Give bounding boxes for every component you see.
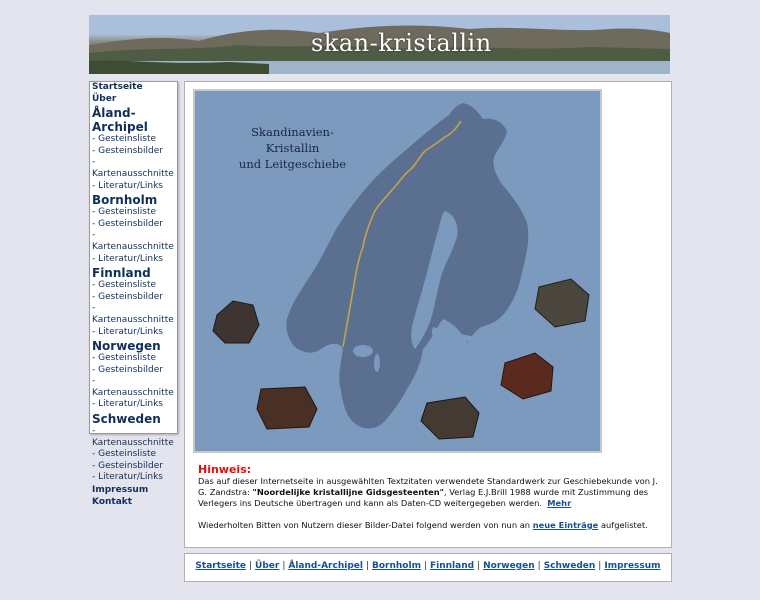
footer-link-startseite[interactable]: Startseite [195, 561, 246, 571]
footer-link-aland[interactable]: Åland-Archipel [288, 561, 363, 571]
notice-colon: : [246, 463, 252, 476]
footer-separator: | [537, 561, 541, 571]
footer-link-finnland[interactable]: Finnland [430, 561, 474, 571]
notice-paragraph-2: Wiederholten Bitten von Nutzern dieser B… [198, 520, 658, 531]
sidebar-item-aland-gesteinsliste[interactable]: - Gesteinsliste [90, 134, 177, 146]
rock-specimen-5 [534, 278, 590, 328]
sidebar-item-bornholm-kartenausschnitte[interactable]: - Kartenausschnitte [90, 230, 177, 253]
lake-vattern [374, 354, 380, 372]
new-entries-link[interactable]: neue Einträge [533, 520, 599, 530]
sidebar-link-startseite[interactable]: Startseite [90, 82, 177, 94]
sidebar-item-bornholm-gesteinsbilder[interactable]: - Gesteinsbilder [90, 219, 177, 231]
notice-text-3: Wiederholten Bitten von Nutzern dieser B… [198, 520, 533, 530]
sidebar-item-bornholm-literatur[interactable]: - Literatur/Links [90, 254, 177, 266]
main-content: Skandinavien-Kristallin und Leitgeschieb… [184, 81, 672, 548]
sidebar-item-norwegen-literatur[interactable]: - Literatur/Links [90, 399, 177, 411]
more-link[interactable]: Mehr [547, 498, 571, 508]
sidebar-nav: Startseite Über Åland-Archipel - Gestein… [89, 81, 178, 507]
map-title-line1: Skandinavien-Kristallin [251, 125, 334, 155]
footer-nav: Startseite | Über | Åland-Archipel | Bornholm |… [184, 553, 672, 582]
sidebar-item-bornholm-gesteinsliste[interactable]: - Gesteinsliste [90, 207, 177, 219]
notice-section: Hinweis: Das auf dieser Internetseite in… [198, 464, 658, 531]
sidebar-section-finnland[interactable]: Finnland [90, 266, 177, 280]
footer-link-norwegen[interactable]: Norwegen [483, 561, 535, 571]
rock-specimen-3 [420, 396, 480, 440]
footer-separator: | [248, 561, 253, 571]
footer-link-impressum[interactable]: Impressum [604, 561, 660, 571]
sidebar-item-schweden-gesteinsbilder[interactable]: - Gesteinsbilder [90, 461, 177, 473]
footer-link-schweden[interactable]: Schweden [544, 561, 596, 571]
sidebar-item-norwegen-gesteinsbilder[interactable]: - Gesteinsbilder [90, 365, 177, 377]
map-title: Skandinavien-Kristallin und Leitgeschieb… [225, 124, 360, 172]
footer-separator: | [477, 561, 481, 571]
sidebar-item-schweden-kartenausschnitte[interactable]: - Kartenausschnitte [90, 426, 177, 449]
notice-book-title: "Noordelijke kristallijne Gidsgesteenten… [252, 487, 444, 497]
sidebar-item-finnland-gesteinsbilder[interactable]: - Gesteinsbilder [90, 292, 177, 304]
sidebar-link-ueber[interactable]: Über [90, 94, 177, 106]
sidebar-link-impressum[interactable]: Impressum [90, 485, 177, 497]
footer-separator: | [365, 561, 369, 571]
sidebar-section-schweden[interactable]: Schweden [90, 412, 177, 426]
footer-separator: | [423, 561, 427, 571]
rock-specimen-1 [212, 300, 260, 344]
sidebar-item-norwegen-gesteinsliste[interactable]: - Gesteinsliste [90, 353, 177, 365]
footer-link-ueber[interactable]: Über [255, 561, 279, 571]
notice-paragraph-1: Das auf dieser Internetseite in ausgewäh… [198, 476, 658, 509]
header-banner: skan-kristallin [89, 15, 670, 74]
site-title: skan-kristallin [311, 29, 492, 57]
map-title-line2: und Leitgeschiebe [238, 157, 347, 171]
sidebar-item-schweden-gesteinsliste[interactable]: - Gesteinsliste [90, 449, 177, 461]
sidebar-link-kontakt[interactable]: Kontakt [90, 497, 177, 509]
footer-separator: | [598, 561, 602, 571]
rock-specimen-4 [500, 352, 554, 400]
scandinavia-map-image: Skandinavien-Kristallin und Leitgeschieb… [193, 89, 602, 453]
sidebar-item-aland-literatur[interactable]: - Literatur/Links [90, 181, 177, 193]
sidebar-section-aland[interactable]: Åland-Archipel [90, 106, 177, 134]
rock-specimen-2 [256, 386, 318, 430]
sidebar-item-schweden-literatur[interactable]: - Literatur/Links [90, 472, 177, 484]
lake-vanern [353, 345, 373, 357]
sidebar-item-finnland-kartenausschnitte[interactable]: - Kartenausschnitte [90, 303, 177, 326]
sidebar-item-finnland-gesteinsliste[interactable]: - Gesteinsliste [90, 280, 177, 292]
sidebar-section-bornholm[interactable]: Bornholm [90, 193, 177, 207]
sidebar-item-finnland-literatur[interactable]: - Literatur/Links [90, 327, 177, 339]
sidebar-section-norwegen[interactable]: Norwegen [90, 339, 177, 353]
notice-text-4: aufgelistet. [598, 520, 648, 530]
sidebar-item-norwegen-kartenausschnitte[interactable]: - Kartenausschnitte [90, 376, 177, 399]
sidebar-item-aland-kartenausschnitte[interactable]: - Kartenausschnitte [90, 157, 177, 180]
footer-link-bornholm[interactable]: Bornholm [372, 561, 421, 571]
sidebar-item-aland-gesteinsbilder[interactable]: - Gesteinsbilder [90, 146, 177, 158]
notice-label: Hinweis [198, 463, 247, 476]
